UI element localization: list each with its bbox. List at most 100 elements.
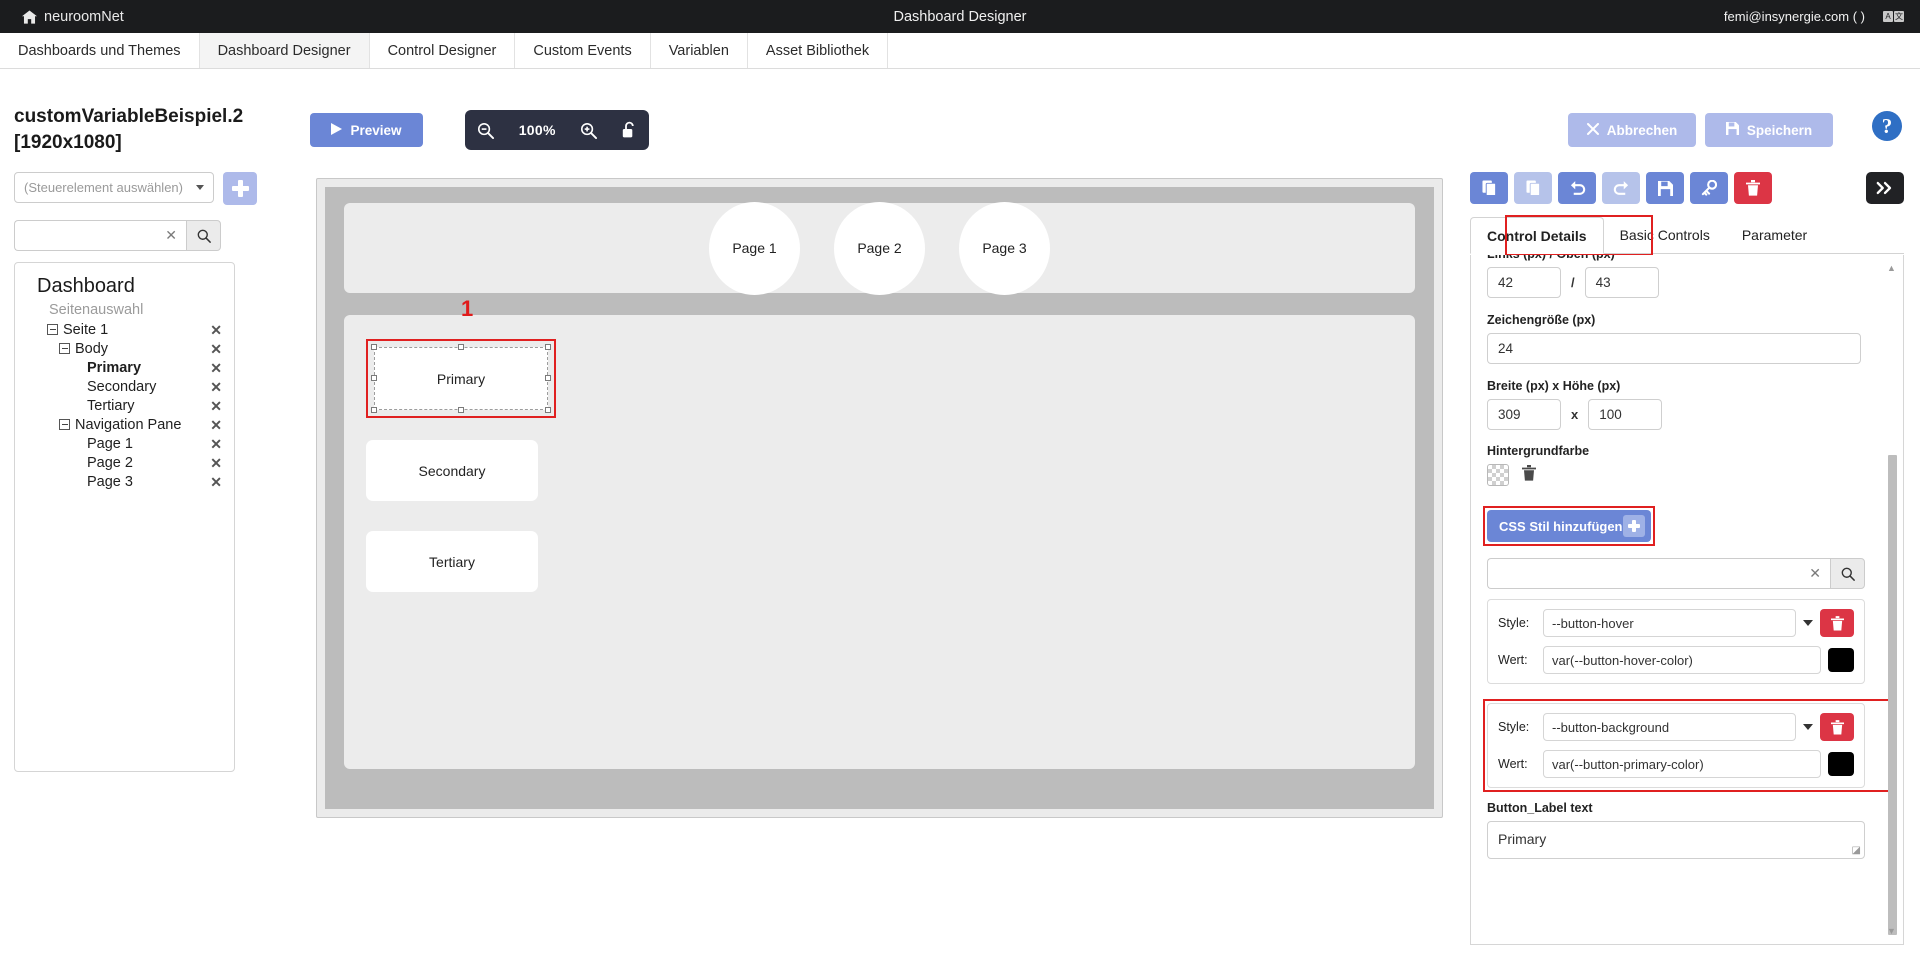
tree-item-navigation-pane[interactable]: Navigation Pane✕ bbox=[15, 415, 234, 434]
sidebar-search-clear-icon[interactable]: ✕ bbox=[162, 227, 180, 244]
save-layout-button[interactable] bbox=[1646, 172, 1684, 204]
canvas-page-1[interactable]: Page 1 bbox=[709, 202, 800, 295]
zoom-out-icon[interactable] bbox=[477, 122, 494, 139]
tree-item-primary[interactable]: Primary✕ bbox=[15, 358, 234, 377]
tree-collapse-toggle[interactable] bbox=[47, 324, 58, 335]
keyboard-icon[interactable]: A文 bbox=[1883, 11, 1904, 22]
position-top-input[interactable]: 43 bbox=[1585, 267, 1659, 298]
button-label-textarea[interactable]: Primary ◪ bbox=[1487, 821, 1865, 859]
copy-button[interactable] bbox=[1470, 172, 1508, 204]
nav-tab-custom-events[interactable]: Custom Events bbox=[515, 33, 650, 68]
resize-handle-w[interactable] bbox=[371, 375, 377, 381]
tree-item-remove-icon[interactable]: ✕ bbox=[210, 475, 222, 489]
permissions-button[interactable] bbox=[1690, 172, 1728, 204]
fontsize-input[interactable]: 24 bbox=[1487, 333, 1861, 364]
style-select-1[interactable]: --button-background bbox=[1543, 713, 1796, 741]
help-button[interactable]: ? bbox=[1872, 111, 1902, 141]
css-search-button[interactable] bbox=[1830, 558, 1865, 589]
paste-button[interactable] bbox=[1514, 172, 1552, 204]
copy-icon bbox=[1482, 180, 1497, 196]
tree-item-body[interactable]: Body✕ bbox=[15, 339, 234, 358]
resize-grip-icon[interactable]: ◪ bbox=[1852, 845, 1861, 856]
tree-item-remove-icon[interactable]: ✕ bbox=[210, 399, 222, 413]
canvas-button-tertiary[interactable]: Tertiary bbox=[366, 531, 538, 592]
color-swatch-0[interactable] bbox=[1828, 648, 1854, 672]
body-pane[interactable]: Primary Secondary Tertiary bbox=[344, 315, 1415, 769]
resize-handle-se[interactable] bbox=[545, 407, 551, 413]
tree-item-remove-icon[interactable]: ✕ bbox=[210, 323, 222, 337]
tree-item-remove-icon[interactable]: ✕ bbox=[210, 418, 222, 432]
nav-tab-dashboard-designer[interactable]: Dashboard Designer bbox=[200, 33, 370, 68]
delete-button[interactable] bbox=[1734, 172, 1772, 204]
bgcolor-clear-button[interactable] bbox=[1522, 465, 1536, 486]
scroll-up-arrow-icon[interactable]: ▲ bbox=[1887, 263, 1896, 273]
chevron-down-icon[interactable] bbox=[1803, 724, 1813, 730]
width-input[interactable]: 309 bbox=[1487, 399, 1561, 430]
design-canvas[interactable]: Page 1 Page 2 Page 3 Primary Secondary T… bbox=[316, 178, 1443, 818]
tree-item-tertiary[interactable]: Tertiary✕ bbox=[15, 396, 234, 415]
canvas-button-primary[interactable]: Primary bbox=[374, 347, 548, 410]
resize-handle-sw[interactable] bbox=[371, 407, 377, 413]
sidebar-search-button[interactable] bbox=[186, 220, 221, 251]
resize-handle-e[interactable] bbox=[545, 375, 551, 381]
tree-item-remove-icon[interactable]: ✕ bbox=[210, 456, 222, 470]
chevron-down-icon[interactable] bbox=[1803, 620, 1813, 626]
user-email[interactable]: femi@insynergie.com ( ) bbox=[1724, 9, 1865, 24]
tree-item-page-1[interactable]: Page 1✕ bbox=[15, 434, 234, 453]
position-left-input[interactable]: 42 bbox=[1487, 267, 1561, 298]
resize-handle-ne[interactable] bbox=[545, 344, 551, 350]
tree-item-secondary[interactable]: Secondary✕ bbox=[15, 377, 234, 396]
css-search-field[interactable]: ✕ bbox=[1487, 558, 1830, 589]
selected-control-wrapper[interactable]: Primary bbox=[366, 339, 556, 418]
canvas-button-secondary[interactable]: Secondary bbox=[366, 440, 538, 501]
tree-item-remove-icon[interactable]: ✕ bbox=[210, 361, 222, 375]
tree-collapse-toggle[interactable] bbox=[59, 419, 70, 430]
nav-tab-variablen[interactable]: Variablen bbox=[651, 33, 748, 68]
add-css-style-button[interactable]: CSS Stil hinzufügen bbox=[1487, 510, 1651, 542]
tree-item-remove-icon[interactable]: ✕ bbox=[210, 380, 222, 394]
resize-handle-n[interactable] bbox=[458, 344, 464, 350]
tree-item-page-3[interactable]: Page 3✕ bbox=[15, 472, 234, 491]
tree-item-seite-1[interactable]: Seite 1✕ bbox=[15, 320, 234, 339]
save-button[interactable]: Speichern bbox=[1705, 113, 1833, 147]
sidebar-search-field[interactable]: ✕ bbox=[14, 220, 186, 251]
tree-item-remove-icon[interactable]: ✕ bbox=[210, 437, 222, 451]
preview-button[interactable]: Preview bbox=[310, 113, 423, 147]
canvas-page-3[interactable]: Page 3 bbox=[959, 202, 1050, 295]
brand[interactable]: neuroomNet bbox=[22, 9, 124, 25]
nav-tab-control-designer[interactable]: Control Designer bbox=[370, 33, 516, 68]
undo-button[interactable] bbox=[1558, 172, 1596, 204]
navigation-pane[interactable]: Page 1 Page 2 Page 3 bbox=[344, 203, 1415, 293]
sidebar-search-input[interactable] bbox=[24, 228, 162, 243]
nav-tab-dashboards-themes[interactable]: Dashboards und Themes bbox=[0, 33, 200, 68]
tree-collapse-toggle[interactable] bbox=[59, 343, 70, 354]
scroll-down-arrow-icon[interactable]: ▼ bbox=[1887, 926, 1896, 936]
resize-handle-nw[interactable] bbox=[371, 344, 377, 350]
redo-button[interactable] bbox=[1602, 172, 1640, 204]
nav-tab-asset-bibliothek[interactable]: Asset Bibliothek bbox=[748, 33, 888, 68]
right-panel-scrollbar[interactable]: ▲ ▼ bbox=[1886, 263, 1898, 936]
tab-parameter[interactable]: Parameter bbox=[1726, 216, 1823, 253]
scrollbar-thumb[interactable] bbox=[1888, 455, 1897, 935]
canvas-page-2[interactable]: Page 2 bbox=[834, 202, 925, 295]
tree-item-page-2[interactable]: Page 2✕ bbox=[15, 453, 234, 472]
tree-item-remove-icon[interactable]: ✕ bbox=[210, 342, 222, 356]
zoom-in-icon[interactable] bbox=[580, 122, 597, 139]
css-search-clear-icon[interactable]: ✕ bbox=[1806, 565, 1824, 582]
css-search-input[interactable] bbox=[1497, 566, 1806, 581]
bgcolor-swatch[interactable] bbox=[1487, 464, 1509, 486]
style-select-0[interactable]: --button-hover bbox=[1543, 609, 1796, 637]
height-input[interactable]: 100 bbox=[1588, 399, 1662, 430]
collapse-panel-button[interactable] bbox=[1866, 172, 1904, 204]
color-swatch-1[interactable] bbox=[1828, 752, 1854, 776]
value-input-0[interactable]: var(--button-hover-color) bbox=[1543, 646, 1821, 674]
resize-handle-s[interactable] bbox=[458, 407, 464, 413]
home-icon bbox=[22, 10, 37, 24]
delete-style-0-button[interactable] bbox=[1820, 609, 1854, 637]
delete-style-1-button[interactable] bbox=[1820, 713, 1854, 741]
add-control-button[interactable] bbox=[223, 172, 257, 205]
cancel-button[interactable]: Abbrechen bbox=[1568, 113, 1696, 147]
value-input-1[interactable]: var(--button-primary-color) bbox=[1543, 750, 1821, 778]
control-select[interactable]: (Steuerelement auswählen) bbox=[14, 172, 214, 203]
unlock-icon[interactable] bbox=[622, 121, 637, 139]
